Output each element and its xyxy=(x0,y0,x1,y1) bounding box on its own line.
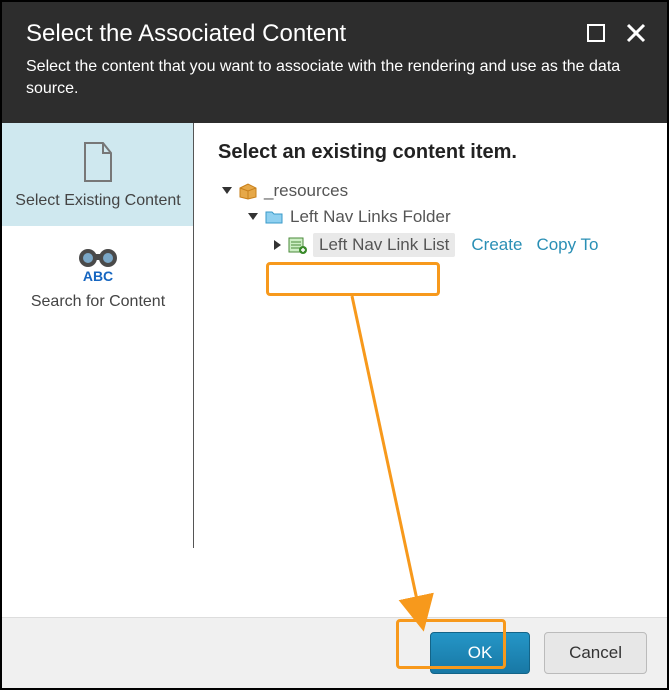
tree-label: _resources xyxy=(264,181,348,201)
header-controls xyxy=(585,22,647,44)
caret-right-icon[interactable] xyxy=(274,240,281,250)
cancel-button[interactable]: Cancel xyxy=(544,632,647,674)
sidebar-tab-label: Search for Content xyxy=(14,292,182,313)
sidebar-tab-search[interactable]: ABC Search for Content xyxy=(2,226,194,327)
tree-node-linklist[interactable]: Left Nav Link List Create Copy To xyxy=(218,230,643,260)
svg-text:ABC: ABC xyxy=(83,268,113,284)
folder-icon xyxy=(264,208,284,226)
binoculars-abc-icon: ABC xyxy=(14,244,182,284)
dialog-header: Select the Associated Content Select the… xyxy=(2,2,667,123)
sidebar: Select Existing Content ABC Search for C… xyxy=(2,123,194,588)
list-add-icon xyxy=(287,236,307,254)
caret-down-icon[interactable] xyxy=(248,213,258,220)
create-link[interactable]: Create xyxy=(471,235,522,255)
sidebar-tab-label: Select Existing Content xyxy=(14,191,182,212)
tree-label-selected: Left Nav Link List xyxy=(313,233,455,257)
main-title: Select an existing content item. xyxy=(218,141,643,164)
dialog-subtitle: Select the content that you want to asso… xyxy=(26,56,643,101)
tree-label: Left Nav Links Folder xyxy=(290,207,451,227)
sidebar-tab-select-existing[interactable]: Select Existing Content xyxy=(2,123,194,226)
box-icon xyxy=(238,182,258,200)
content-tree: _resources Left Nav Links Folder xyxy=(218,178,643,260)
dialog-body: Select Existing Content ABC Search for C… xyxy=(2,123,667,588)
main-panel: Select an existing content item. _resour… xyxy=(194,123,667,588)
copyto-link[interactable]: Copy To xyxy=(536,235,598,255)
dialog-footer: OK Cancel xyxy=(2,617,667,688)
tree-actions: Create Copy To xyxy=(471,235,598,255)
caret-down-icon[interactable] xyxy=(222,187,232,194)
document-icon xyxy=(14,141,182,183)
close-icon[interactable] xyxy=(625,22,647,44)
tree-node-folder[interactable]: Left Nav Links Folder xyxy=(218,204,643,230)
dialog-title: Select the Associated Content xyxy=(26,20,643,48)
tree-node-resources[interactable]: _resources xyxy=(218,178,643,204)
ok-button[interactable]: OK xyxy=(430,632,530,674)
maximize-icon[interactable] xyxy=(585,22,607,44)
